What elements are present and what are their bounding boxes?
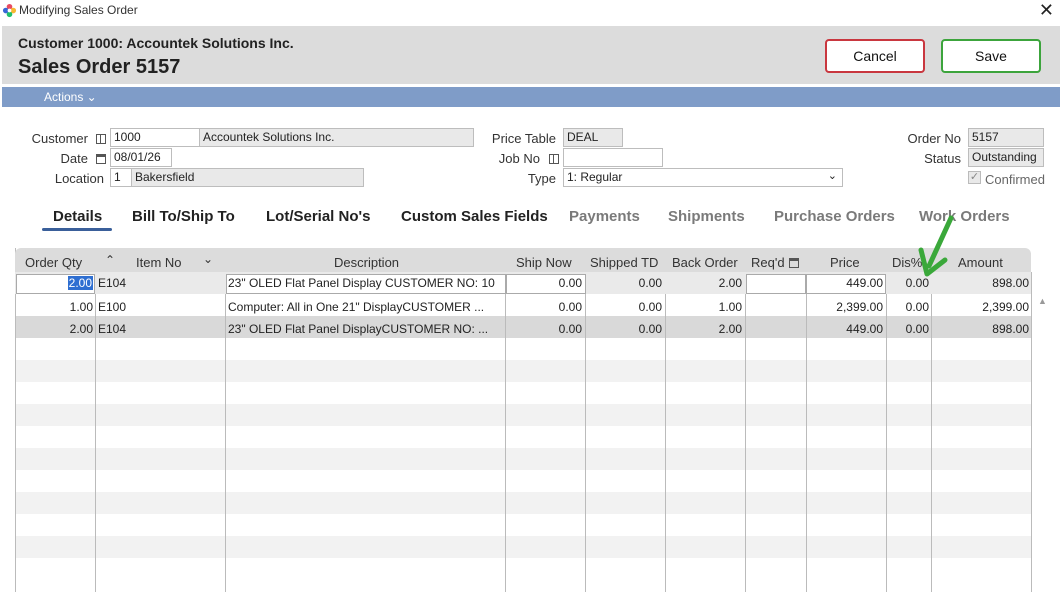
- job-no-label: Job No: [498, 151, 540, 166]
- grid-header: Order Qty ⌃ Item No ⌄ Description Ship N…: [15, 248, 1031, 272]
- confirmed-label: Confirmed: [985, 172, 1045, 187]
- location-label: Location: [54, 171, 104, 186]
- confirmed-checkbox[interactable]: ✓: [968, 171, 981, 184]
- col-description[interactable]: Description: [334, 255, 399, 270]
- cancel-button[interactable]: Cancel: [825, 39, 925, 73]
- tab-details[interactable]: Details: [53, 208, 102, 225]
- order-qty-value: 2.00: [67, 276, 93, 290]
- tab-payments[interactable]: Payments: [569, 208, 640, 225]
- back-order-cell: 1.00: [718, 300, 742, 314]
- ship-now-value: 0.00: [558, 276, 582, 290]
- amount-cell: 2,399.00: [982, 300, 1029, 314]
- item-no-cell: E104: [98, 322, 127, 336]
- ship-now-cell: 0.00: [558, 300, 582, 314]
- description-value: 23" OLED Flat Panel Display CUSTOMER NO:…: [228, 276, 495, 290]
- annotation-arrow-icon: [918, 215, 954, 277]
- tab-bar: Details Bill To/Ship To Lot/Serial No's …: [0, 208, 1060, 232]
- date-label: Date: [60, 151, 88, 166]
- shipped-td-cell: 0.00: [638, 322, 662, 336]
- tab-purchase-orders[interactable]: Purchase Orders: [774, 208, 895, 225]
- calendar-icon: [788, 258, 799, 268]
- action-bar: Actions ⌄: [2, 87, 1060, 107]
- col-back-order[interactable]: Back Order: [672, 255, 738, 270]
- order-qty-cell: 2.00: [69, 322, 93, 336]
- item-no-cell: E100: [98, 300, 127, 314]
- col-item-no[interactable]: Item No: [136, 255, 182, 270]
- page-title: Sales Order 5157: [18, 56, 181, 78]
- column-divider: [1031, 272, 1032, 592]
- back-order-value: 2.00: [718, 276, 742, 290]
- shipped-td-cell: 0.00: [638, 300, 662, 314]
- chevron-down-icon: ⌄: [827, 170, 837, 182]
- book-icon[interactable]: [549, 154, 559, 164]
- col-reqd[interactable]: Req'd: [751, 255, 799, 270]
- status-label: Status: [924, 151, 961, 166]
- ship-now-cell: 0.00: [558, 322, 582, 336]
- shipped-td-value: 0.00: [638, 276, 662, 290]
- edit-row[interactable]: 2.00 E104 23" OLED Flat Panel Display CU…: [15, 272, 1031, 294]
- dis-cell: 0.00: [905, 322, 929, 336]
- date-field[interactable]: 08/01/26: [110, 148, 172, 167]
- table-row[interactable]: 1.00 E100 Computer: All in One 21" Displ…: [15, 296, 1031, 318]
- price-cell: 2,399.00: [836, 300, 883, 314]
- col-ship-now[interactable]: Ship Now: [516, 255, 572, 270]
- col-shipped-td[interactable]: Shipped TD: [590, 255, 658, 270]
- save-button[interactable]: Save: [941, 39, 1041, 73]
- col-amount[interactable]: Amount: [958, 255, 1003, 270]
- close-icon[interactable]: ✕: [1039, 0, 1054, 20]
- active-tab-indicator: [42, 228, 112, 231]
- type-select-value: 1: Regular: [567, 170, 623, 184]
- window-titlebar: Modifying Sales Order ✕: [0, 0, 1060, 22]
- back-order-cell: 2.00: [718, 322, 742, 336]
- type-label: Type: [527, 171, 556, 186]
- customer-no-field[interactable]: 1000: [110, 128, 200, 147]
- calendar-icon[interactable]: [96, 154, 106, 164]
- price-value: 449.00: [846, 276, 883, 290]
- reqd-input[interactable]: [746, 274, 806, 294]
- price-table-label: Price Table: [491, 131, 556, 146]
- col-price[interactable]: Price: [830, 255, 860, 270]
- order-qty-cell: 1.00: [69, 300, 93, 314]
- table-row[interactable]: 2.00 E104 23" OLED Flat Panel DisplayCUS…: [15, 318, 1031, 340]
- chevron-down-icon[interactable]: ⌄: [203, 252, 213, 266]
- job-no-field[interactable]: [563, 148, 663, 167]
- order-header: Customer 1000: Accountek Solutions Inc. …: [2, 26, 1060, 84]
- type-select[interactable]: 1: Regular ⌄: [563, 168, 843, 187]
- dis-cell: 0.00: [905, 300, 929, 314]
- item-no-value: E104: [98, 276, 127, 290]
- customer-line: Customer 1000: Accountek Solutions Inc.: [18, 35, 294, 51]
- tab-bill-to-ship-to[interactable]: Bill To/Ship To: [132, 208, 235, 225]
- order-no-label: Order No: [907, 131, 961, 146]
- location-name-field: Bakersfield: [131, 168, 364, 187]
- price-cell: 449.00: [846, 322, 883, 336]
- scroll-up-icon[interactable]: ▲: [1038, 296, 1047, 306]
- location-no-field[interactable]: 1: [110, 168, 132, 187]
- price-table-field: DEAL: [563, 128, 623, 147]
- amount-cell: 898.00: [992, 322, 1029, 336]
- tab-shipments[interactable]: Shipments: [668, 208, 745, 225]
- tab-custom-sales-fields[interactable]: Custom Sales Fields: [401, 208, 548, 225]
- book-icon[interactable]: [96, 134, 106, 144]
- col-order-qty[interactable]: Order Qty: [25, 255, 82, 270]
- status-field: Outstanding: [968, 148, 1044, 167]
- app-flower-icon: [2, 3, 17, 18]
- order-no-field: 5157: [968, 128, 1044, 147]
- description-cell: Computer: All in One 21" DisplayCUSTOMER…: [228, 300, 485, 314]
- customer-name-field: Accountek Solutions Inc.: [199, 128, 474, 147]
- sort-up-icon[interactable]: ⌃: [105, 253, 115, 267]
- window-title: Modifying Sales Order: [19, 3, 138, 17]
- tab-lot-serial[interactable]: Lot/Serial No's: [266, 208, 370, 225]
- customer-label: Customer: [31, 131, 88, 146]
- description-cell: 23" OLED Flat Panel DisplayCUSTOMER NO: …: [228, 322, 489, 336]
- actions-menu[interactable]: Actions ⌄: [44, 90, 97, 104]
